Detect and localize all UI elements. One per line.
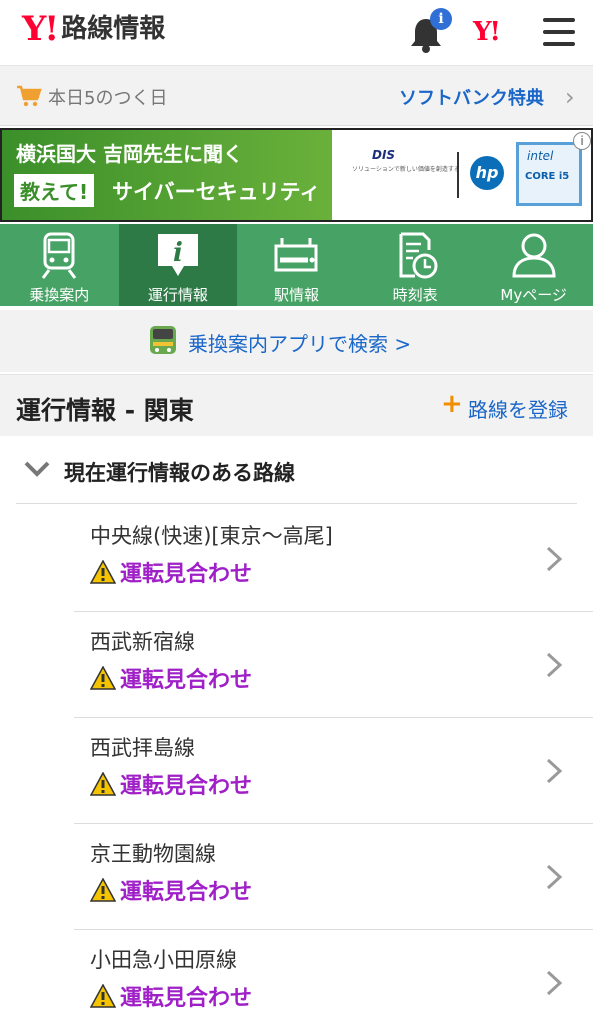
warning-icon: [90, 666, 116, 690]
line-status: 運転見合わせ: [90, 556, 252, 588]
line-name: 小田急小田原線: [90, 948, 237, 972]
intel-logo: intel CORE i5: [516, 142, 582, 206]
status-text: 運転見合わせ: [120, 880, 253, 905]
dis-tagline: ソリューションで新しい価値を創造する: [352, 166, 460, 173]
tab-label: 乗換案内: [29, 286, 90, 304]
tab-my-page[interactable]: Myページ: [474, 224, 593, 306]
chevron-right-icon: [546, 652, 563, 678]
accordion-title: 現在運行情報のある路線: [64, 461, 295, 485]
chevron-right-icon: ›: [565, 83, 575, 111]
menu-icon[interactable]: [543, 18, 577, 46]
ad-divider: [457, 152, 459, 198]
intel-wordmark: intel: [527, 149, 554, 163]
line-name: 西武拝島線: [90, 736, 195, 760]
train-icon: [42, 232, 77, 279]
ad-logo-panel: DIS ソリューションで新しい価値を創造する hp intel CORE i5: [332, 130, 591, 220]
status-text: 運転見合わせ: [120, 774, 253, 799]
yahoo-japan-link[interactable]: Y!: [473, 17, 501, 47]
line-name: 京王動物園線: [90, 842, 216, 866]
chevron-right-icon: [546, 546, 563, 572]
chevron-right-icon: [546, 864, 563, 890]
yahoo-logo-mark: Y!: [22, 9, 59, 49]
station-icon: [274, 238, 318, 272]
promo-bar[interactable]: 本日5のつく日 ソフトバンク特典 ›: [0, 66, 593, 126]
person-icon: [512, 233, 556, 278]
ad-subheadline: サイバーセキュリティ: [112, 180, 321, 204]
yahoo-route-logo[interactable]: Y! 路線情報: [22, 12, 165, 46]
ad-green-panel: 横浜国大 吉岡先生に聞く 教えて! サイバーセキュリティ: [2, 130, 332, 220]
notification-badge: i: [430, 8, 452, 30]
list-item[interactable]: 西武拝島線 運転見合わせ: [74, 718, 593, 824]
chevron-right-icon: [546, 970, 563, 996]
train-app-icon: [150, 326, 176, 354]
warning-icon: [90, 984, 116, 1008]
ad-tag: 教えて!: [14, 174, 95, 207]
chevron-right-icon: [546, 758, 563, 784]
tab-label: 駅情報: [273, 286, 319, 304]
ad-headline: 横浜国大 吉岡先生に聞く: [16, 142, 243, 166]
svg-text:i: i: [173, 238, 183, 268]
plus-icon[interactable]: +: [441, 391, 463, 417]
tab-timetable[interactable]: 時刻表: [356, 224, 475, 306]
line-name: 西武新宿線: [90, 630, 195, 654]
app-header: Y! 路線情報 i Y!: [0, 0, 593, 66]
ad-banner[interactable]: 横浜国大 吉岡先生に聞く 教えて! サイバーセキュリティ DIS ソリューション…: [0, 128, 593, 222]
cart-icon: [17, 85, 42, 107]
app-search-link[interactable]: 乗換案内アプリで検索 >: [188, 328, 411, 357]
info-icon: i: [157, 234, 198, 276]
intel-core-label: CORE i5: [525, 171, 570, 182]
app-search-banner[interactable]: 乗換案内アプリで検索 >: [0, 310, 593, 372]
status-text: 運転見合わせ: [120, 986, 253, 1011]
list-item[interactable]: 小田急小田原線 運転見合わせ: [74, 930, 593, 1024]
line-status: 運転見合わせ: [90, 662, 252, 694]
status-text: 運転見合わせ: [120, 668, 253, 693]
register-route-link[interactable]: 路線を登録: [468, 394, 568, 423]
warning-icon: [90, 878, 116, 902]
tab-label: 運行情報: [147, 286, 208, 304]
list-item[interactable]: 京王動物園線 運転見合わせ: [74, 824, 593, 930]
status-text: 運転見合わせ: [120, 562, 253, 587]
list-item[interactable]: 中央線(快速)[東京〜高尾] 運転見合わせ: [74, 506, 593, 612]
line-status: 運転見合わせ: [90, 768, 252, 800]
notification-button[interactable]: i: [408, 8, 452, 54]
tab-transfer[interactable]: 乗換案内: [0, 224, 119, 306]
line-status: 運転見合わせ: [90, 874, 252, 906]
tab-station-info[interactable]: 駅情報: [237, 224, 356, 306]
page-title: 運行情報 - 関東: [16, 396, 194, 425]
dis-logo: DIS: [372, 148, 396, 162]
chevron-down-icon: [24, 461, 50, 477]
tab-service-info[interactable]: i 運行情報: [118, 224, 238, 306]
promo-day-text: 本日5のつく日: [48, 88, 168, 109]
softbank-benefit-link[interactable]: ソフトバンク特典: [399, 84, 544, 110]
line-name: 中央線(快速)[東京〜高尾]: [90, 524, 333, 548]
line-status: 運転見合わせ: [90, 980, 252, 1012]
active-lines-accordion[interactable]: 現在運行情報のある路線: [16, 438, 577, 504]
main-nav: 乗換案内 i 運行情報 駅情報 時刻表 Myページ: [0, 224, 593, 306]
warning-icon: [90, 560, 116, 584]
tab-label: 時刻表: [392, 286, 438, 304]
logo-title: 路線情報: [61, 14, 166, 44]
ad-info-icon[interactable]: i: [573, 132, 591, 150]
tab-label: Myページ: [500, 286, 567, 304]
hp-logo: hp: [470, 156, 504, 190]
timetable-icon: [399, 232, 438, 279]
list-item[interactable]: 西武新宿線 運転見合わせ: [74, 612, 593, 718]
warning-icon: [90, 772, 116, 796]
section-header: 運行情報 - 関東 + 路線を登録: [0, 374, 593, 436]
